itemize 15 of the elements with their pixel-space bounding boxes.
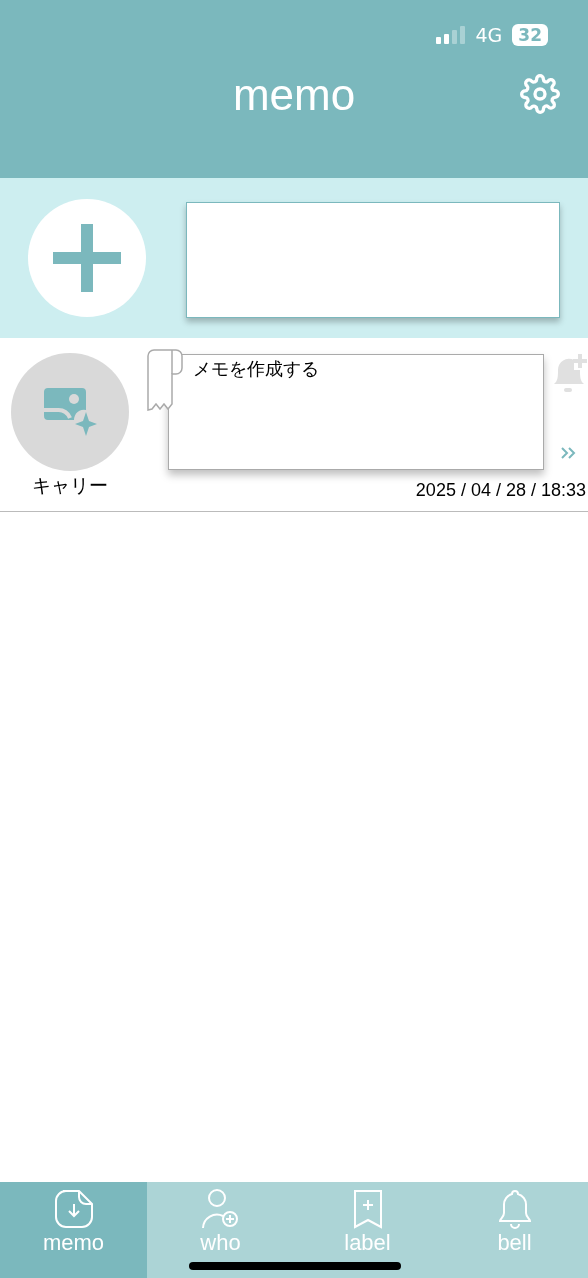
tab[interactable]: memo [0, 1182, 147, 1278]
contact-name: キャリー [32, 473, 108, 498]
plus-icon [53, 224, 121, 292]
network-type: 4G [475, 24, 503, 46]
memo-text: メモを作成する [193, 358, 319, 379]
memo-date: 2025 / 04 / 28 / 18:33 [415, 480, 586, 501]
app-title: memo [232, 70, 356, 120]
settings-icon[interactable] [520, 74, 560, 114]
scroll-icon [144, 348, 184, 412]
double-chevron-icon[interactable] [560, 446, 578, 460]
memo-input-field[interactable] [186, 202, 560, 318]
note-download-icon [52, 1188, 95, 1230]
memo-card[interactable]: メモを作成する [168, 354, 544, 470]
signal-icon [435, 26, 466, 44]
battery-indicator: 32 [512, 24, 548, 46]
